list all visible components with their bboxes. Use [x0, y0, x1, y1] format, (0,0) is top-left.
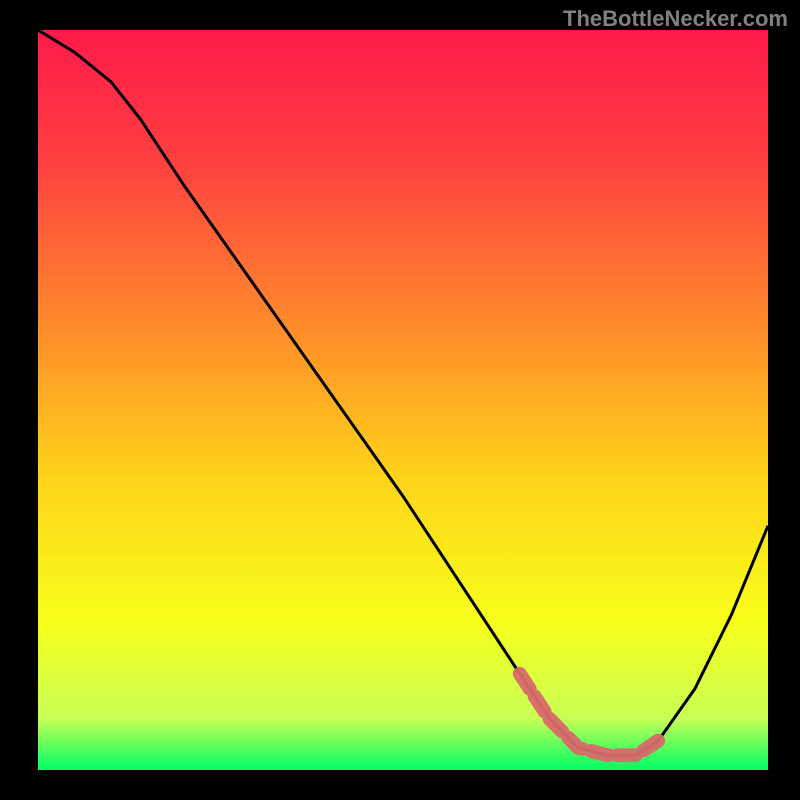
chart-container: TheBottleNecker.com — [0, 0, 800, 800]
bottleneck-plot — [0, 0, 800, 800]
plot-background — [38, 30, 768, 770]
watermark-label: TheBottleNecker.com — [563, 6, 788, 32]
